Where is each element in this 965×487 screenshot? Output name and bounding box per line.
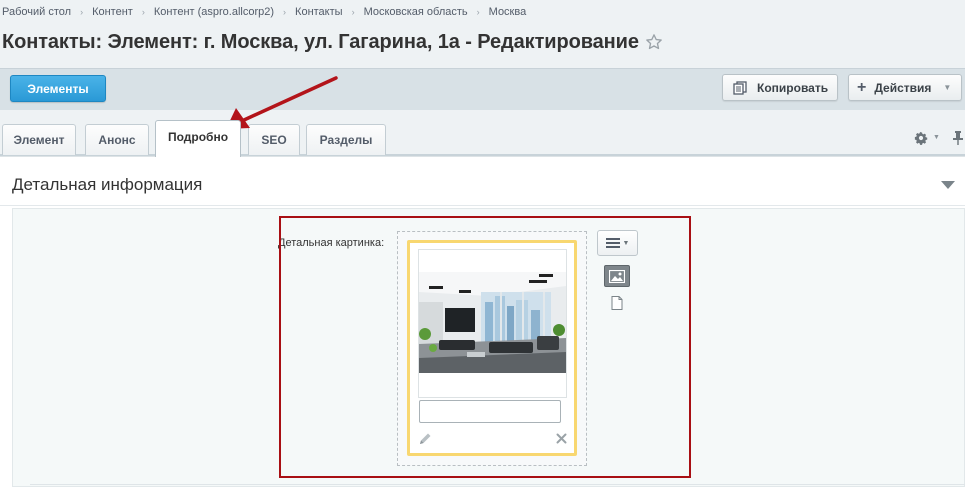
image-view-toggle[interactable] xyxy=(604,265,630,287)
tab-label: Анонс xyxy=(98,133,136,147)
breadcrumb-item-moscow[interactable]: Москва xyxy=(489,6,527,18)
breadcrumb-separator: › xyxy=(351,7,355,17)
pencil-icon[interactable] xyxy=(419,432,432,445)
actions-button[interactable]: + Действия ▼ xyxy=(848,74,962,101)
actions-button-label: Действия xyxy=(874,80,932,95)
copy-button[interactable]: Копировать xyxy=(722,74,838,101)
gear-icon[interactable] xyxy=(914,131,928,145)
image-icon xyxy=(609,269,625,283)
row-divider xyxy=(30,484,965,485)
chevron-down-icon: ▼ xyxy=(622,239,630,247)
breadcrumb-item-content-aspro[interactable]: Контент (aspro.allcorp2) xyxy=(154,6,274,18)
breadcrumb-separator: › xyxy=(476,7,480,17)
tab-label: Элемент xyxy=(13,133,65,147)
collapse-toggle-icon[interactable] xyxy=(941,180,955,190)
tab-label: Разделы xyxy=(319,133,373,147)
section-title: Детальная информация xyxy=(12,175,203,194)
breadcrumb-separator: › xyxy=(80,7,84,17)
tab-announce[interactable]: Анонс xyxy=(85,124,149,155)
chevron-down-icon: ▼ xyxy=(943,83,952,92)
breadcrumb-item-desktop[interactable]: Рабочий стол xyxy=(2,6,71,18)
close-icon[interactable] xyxy=(556,433,567,444)
pin-icon[interactable] xyxy=(952,131,964,145)
image-description-input[interactable] xyxy=(419,400,561,423)
breadcrumb-separator: › xyxy=(141,7,145,17)
detail-image-label: Детальная картинка: xyxy=(278,237,385,249)
star-icon[interactable] xyxy=(645,33,663,51)
tab-seo[interactable]: SEO xyxy=(248,124,300,155)
plus-icon: + xyxy=(857,78,867,96)
breadcrumb-item-content[interactable]: Контент xyxy=(92,6,133,18)
menu-icon xyxy=(605,238,620,248)
section-divider xyxy=(0,205,965,206)
tab-label: Подробно xyxy=(167,130,229,144)
copy-button-label: Копировать xyxy=(757,80,829,95)
elements-button[interactable]: Элементы xyxy=(10,75,106,102)
chevron-down-icon[interactable]: ▼ xyxy=(933,134,940,141)
tab-label: SEO xyxy=(261,133,287,147)
breadcrumb-separator: › xyxy=(283,7,287,17)
tab-element[interactable]: Элемент xyxy=(2,124,76,155)
office-interior-photo[interactable] xyxy=(419,272,566,373)
copy-icon xyxy=(733,80,747,95)
tab-details[interactable]: Подробно xyxy=(155,120,241,157)
tab-sections[interactable]: Разделы xyxy=(306,124,386,155)
breadcrumb: Рабочий стол › Контент › Контент (aspro.… xyxy=(2,5,526,19)
page-title: Контакты: Элемент: г. Москва, ул. Гагари… xyxy=(2,31,639,53)
breadcrumb-item-moscow-region[interactable]: Московская область xyxy=(364,6,468,18)
elements-button-label: Элементы xyxy=(27,81,89,96)
image-menu-button[interactable]: ▼ xyxy=(597,230,638,256)
breadcrumb-item-contacts[interactable]: Контакты xyxy=(295,6,343,18)
file-icon[interactable] xyxy=(611,296,623,310)
